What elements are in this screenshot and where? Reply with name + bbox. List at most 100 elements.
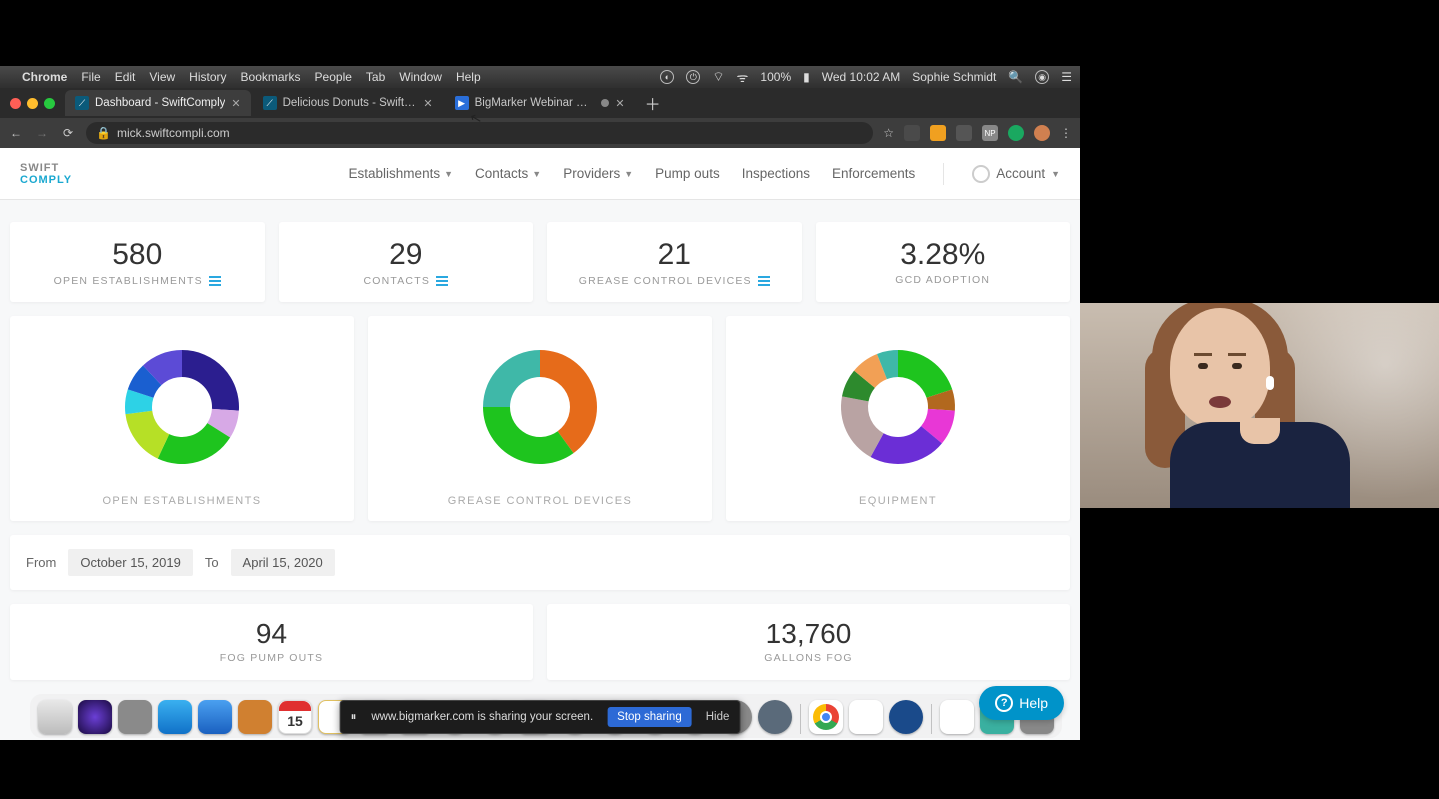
to-label: To <box>205 555 219 570</box>
donut-open-establishments: OPEN ESTABLISHMENTS <box>10 316 354 521</box>
dock-app-slack[interactable] <box>849 700 883 734</box>
browser-tab-1[interactable]: ⟋ Dashboard - SwiftComply ✕ <box>65 90 251 116</box>
dock-app-calendar[interactable]: 15 <box>278 700 312 734</box>
macos-menu-bar: Chrome File Edit View History Bookmarks … <box>0 66 1080 88</box>
chrome-menu-icon[interactable]: ⋮ <box>1060 126 1072 140</box>
to-date-input[interactable]: April 15, 2020 <box>231 549 335 576</box>
kpi-contacts[interactable]: 29 CONTACTS <box>279 222 534 302</box>
profile-avatar-icon[interactable] <box>1034 125 1050 141</box>
kpi-adoption[interactable]: 3.28% GCD ADOPTION <box>816 222 1071 302</box>
bluetooth-icon[interactable]: ⌔ <box>712 69 724 85</box>
kpi-gallons-fog[interactable]: 13,760 GALLONS FOG <box>547 604 1070 680</box>
dock-app-openoffice[interactable] <box>889 700 923 734</box>
account-avatar-icon <box>972 165 990 183</box>
donut-chart <box>823 332 973 482</box>
close-tab-icon[interactable]: ✕ <box>423 97 432 110</box>
nav-pumpouts[interactable]: Pump outs <box>655 166 720 181</box>
wifi-icon[interactable]: ᯤ <box>737 68 749 86</box>
reload-button[interactable]: ⟳ <box>60 126 76 140</box>
extension-icon[interactable] <box>956 125 972 141</box>
back-button[interactable]: ← <box>8 126 24 140</box>
nav-enforcements[interactable]: Enforcements <box>832 166 915 181</box>
new-tab-button[interactable]: ＋ <box>637 91 669 115</box>
menu-view[interactable]: View <box>149 70 175 84</box>
nav-inspections[interactable]: Inspections <box>742 166 810 181</box>
browser-tab-2[interactable]: ⟋ Delicious Donuts - SwiftComp… ✕ <box>253 90 443 116</box>
tab-title: Delicious Donuts - SwiftComp… <box>283 97 418 109</box>
kpi-fog-pumpouts[interactable]: 94 FOG PUMP OUTS <box>10 604 533 680</box>
donut-gcd: GREASE CONTROL DEVICES <box>368 316 712 521</box>
menu-icon[interactable] <box>209 274 221 288</box>
menu-help[interactable]: Help <box>456 70 481 84</box>
notification-center-icon[interactable]: ☰ <box>1061 70 1072 84</box>
main-nav: Establishments▼ Contacts▼ Providers▼ Pum… <box>72 163 1060 185</box>
close-window-button[interactable] <box>10 98 21 109</box>
close-tab-icon[interactable]: ✕ <box>231 97 240 110</box>
hide-share-button[interactable]: Hide <box>706 711 730 723</box>
nav-establishments[interactable]: Establishments▼ <box>349 166 453 181</box>
favicon-icon: ⟋ <box>75 96 89 110</box>
date-range-row: From October 15, 2019 To April 15, 2020 <box>10 535 1070 590</box>
dock-app-launchpad[interactable] <box>118 700 152 734</box>
dock-app-chrome[interactable] <box>809 700 843 734</box>
dock-app-safari[interactable] <box>158 700 192 734</box>
chevron-down-icon: ▼ <box>532 169 541 179</box>
minimize-window-button[interactable] <box>27 98 38 109</box>
menu-icon[interactable] <box>758 274 770 288</box>
dock-app-contacts[interactable] <box>238 700 272 734</box>
extension-icon[interactable] <box>930 125 946 141</box>
url-text: mick.swiftcompli.com <box>117 126 230 140</box>
nav-account[interactable]: Account ▼ <box>972 165 1060 183</box>
browser-tab-strip: ⟋ Dashboard - SwiftComply ✕ ⟋ Delicious … <box>0 88 1080 118</box>
close-tab-icon[interactable]: ✕ <box>615 97 624 110</box>
screen-share-bar: ⏸ www.bigmarker.com is sharing your scre… <box>340 700 741 734</box>
browser-toolbar: ← → ⟳ 🔒 mick.swiftcompli.com ☆ NP ⋮ <box>0 118 1080 148</box>
app-name[interactable]: Chrome <box>22 70 67 84</box>
spotlight-icon[interactable]: 🔍 <box>1008 70 1023 84</box>
user-name[interactable]: Sophie Schmidt <box>912 70 996 84</box>
menu-icon[interactable] <box>436 274 448 288</box>
help-button[interactable]: ? Help <box>979 686 1064 720</box>
battery-icon: ▮ <box>803 70 810 84</box>
brand-logo[interactable]: SWIFT COMPLY <box>20 162 72 186</box>
siri-icon[interactable]: ◉ <box>1035 70 1049 84</box>
extension-icon[interactable] <box>904 125 920 141</box>
forward-button[interactable]: → <box>34 126 50 140</box>
extension-icon[interactable]: NP <box>982 125 998 141</box>
extension-icon[interactable] <box>1008 125 1024 141</box>
menu-people[interactable]: People <box>315 70 352 84</box>
tab-audio-icon <box>601 99 609 107</box>
clock[interactable]: Wed 10:02 AM <box>822 70 901 84</box>
menu-tab[interactable]: Tab <box>366 70 385 84</box>
status-icon-2[interactable]: ⏻ <box>686 70 700 84</box>
dock-app-doc1[interactable] <box>940 700 974 734</box>
dock-app-siri[interactable] <box>78 700 112 734</box>
app-header: SWIFT COMPLY Establishments▼ Contacts▼ P… <box>0 148 1080 200</box>
kpi-gcd[interactable]: 21 GREASE CONTROL DEVICES <box>547 222 802 302</box>
bookmark-star-icon[interactable]: ☆ <box>883 126 894 140</box>
menu-window[interactable]: Window <box>399 70 442 84</box>
kpi-open-establishments[interactable]: 580 OPEN ESTABLISHMENTS <box>10 222 265 302</box>
pause-icon[interactable]: ⏸ <box>351 711 358 724</box>
menu-bookmarks[interactable]: Bookmarks <box>241 70 301 84</box>
dock-app-other[interactable] <box>758 700 792 734</box>
from-date-input[interactable]: October 15, 2019 <box>68 549 192 576</box>
favicon-icon: ▶ <box>455 96 469 110</box>
status-icon-1[interactable]: ◐ <box>660 70 674 84</box>
chevron-down-icon: ▼ <box>624 169 633 179</box>
battery-text[interactable]: 100% <box>760 70 791 84</box>
menu-file[interactable]: File <box>81 70 100 84</box>
dock-app-mail[interactable] <box>198 700 232 734</box>
maximize-window-button[interactable] <box>44 98 55 109</box>
menu-history[interactable]: History <box>189 70 226 84</box>
favicon-icon: ⟋ <box>263 96 277 110</box>
share-text: www.bigmarker.com is sharing your screen… <box>371 711 593 723</box>
donut-chart <box>465 332 615 482</box>
nav-contacts[interactable]: Contacts▼ <box>475 166 541 181</box>
chevron-down-icon: ▼ <box>444 169 453 179</box>
dock-app-finder[interactable] <box>38 700 72 734</box>
stop-sharing-button[interactable]: Stop sharing <box>607 707 692 727</box>
nav-providers[interactable]: Providers▼ <box>563 166 633 181</box>
menu-edit[interactable]: Edit <box>115 70 136 84</box>
window-controls <box>6 98 63 109</box>
